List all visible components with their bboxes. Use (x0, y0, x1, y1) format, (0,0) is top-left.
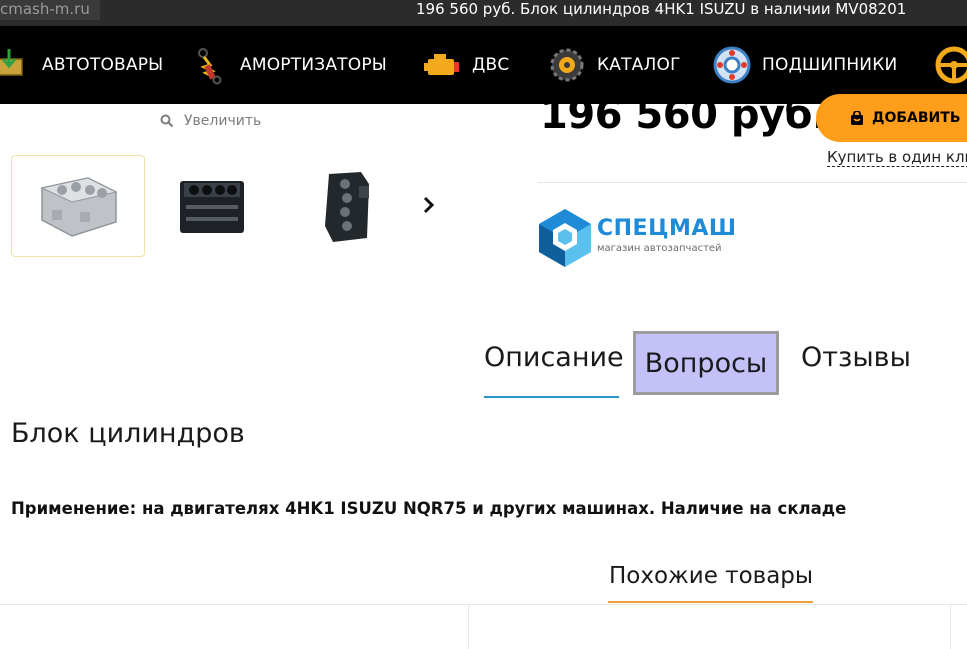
gallery-thumb-3[interactable] (280, 155, 414, 257)
zoom-link[interactable]: Увеличить (160, 111, 261, 131)
nav-item-label: ДВС (472, 55, 510, 75)
browser-title-bar: cmash-m.ru 196 560 руб. Блок цилиндров 4… (0, 0, 967, 26)
buy-one-click-link[interactable]: Купить в один кли (827, 148, 967, 167)
tab-reviews[interactable]: Отзывы (801, 342, 911, 386)
tab-questions-label: Вопросы (644, 347, 768, 379)
nav-item-engines[interactable]: ДВС (422, 26, 509, 104)
shock-absorber-icon (190, 45, 230, 85)
cylinder-block-image (40, 177, 118, 237)
similar-products-title: Похожие товары (609, 563, 814, 589)
tab-questions[interactable]: Вопросы (633, 331, 779, 395)
logo-tagline: магазин автозапчастей (597, 243, 722, 254)
add-to-cart-label: ДОБАВИТЬ (872, 110, 961, 126)
divider (538, 182, 967, 183)
product-application: Применение: на двигателях 4HK1 ISUZU NQR… (11, 499, 847, 518)
nav-item-shock-absorbers[interactable]: АМОРТИЗАТОРЫ (190, 26, 387, 104)
similar-products-underline (608, 601, 813, 603)
zoom-label: Увеличить (184, 113, 262, 129)
gallery-next-button[interactable] (418, 192, 440, 218)
nav-item-label: ПОДШИПНИКИ (762, 55, 898, 75)
cylinder-block-image (325, 172, 369, 242)
gallery-thumb-1[interactable] (11, 155, 145, 257)
tab-description[interactable]: Описание (484, 342, 624, 386)
search-icon (160, 114, 174, 128)
gallery-thumb-2[interactable] (145, 155, 279, 257)
steering-wheel-icon (934, 45, 967, 85)
url-text[interactable]: cmash-m.ru (0, 0, 100, 20)
bearing-icon (712, 45, 752, 85)
cart-bag-icon (851, 110, 863, 125)
engine-icon (422, 45, 462, 85)
logo-brand: СПЕЦМАШ (597, 216, 737, 241)
product-card-divider (950, 605, 951, 649)
store-logo[interactable]: СПЕЦМАШ магазин автозапчастей (537, 207, 737, 269)
page-title: 196 560 руб. Блок цилиндров 4HK1 ISUZU в… (416, 0, 907, 18)
nav-item-auto-goods[interactable]: АВТОТОВАРЫ (0, 26, 163, 104)
auto-goods-icon (0, 45, 32, 85)
nav-item-label: КАТАЛОГ (597, 55, 681, 75)
product-price: 196 560 руб. (540, 92, 827, 138)
nav-item-label: АМОРТИЗАТОРЫ (240, 55, 387, 75)
nav-item-label: АВТОТОВАРЫ (42, 55, 164, 75)
active-tab-underline (484, 396, 619, 398)
chevron-right-icon (423, 196, 435, 214)
nav-item-steering[interactable] (934, 26, 967, 104)
catalog-gear-icon (547, 45, 587, 85)
cylinder-block-image (180, 181, 244, 233)
divider (0, 604, 967, 605)
logo-mark-icon (539, 209, 591, 267)
product-name: Блок цилиндров (11, 418, 245, 449)
add-to-cart-button[interactable]: ДОБАВИТЬ (816, 94, 967, 142)
product-card-divider (468, 605, 469, 649)
